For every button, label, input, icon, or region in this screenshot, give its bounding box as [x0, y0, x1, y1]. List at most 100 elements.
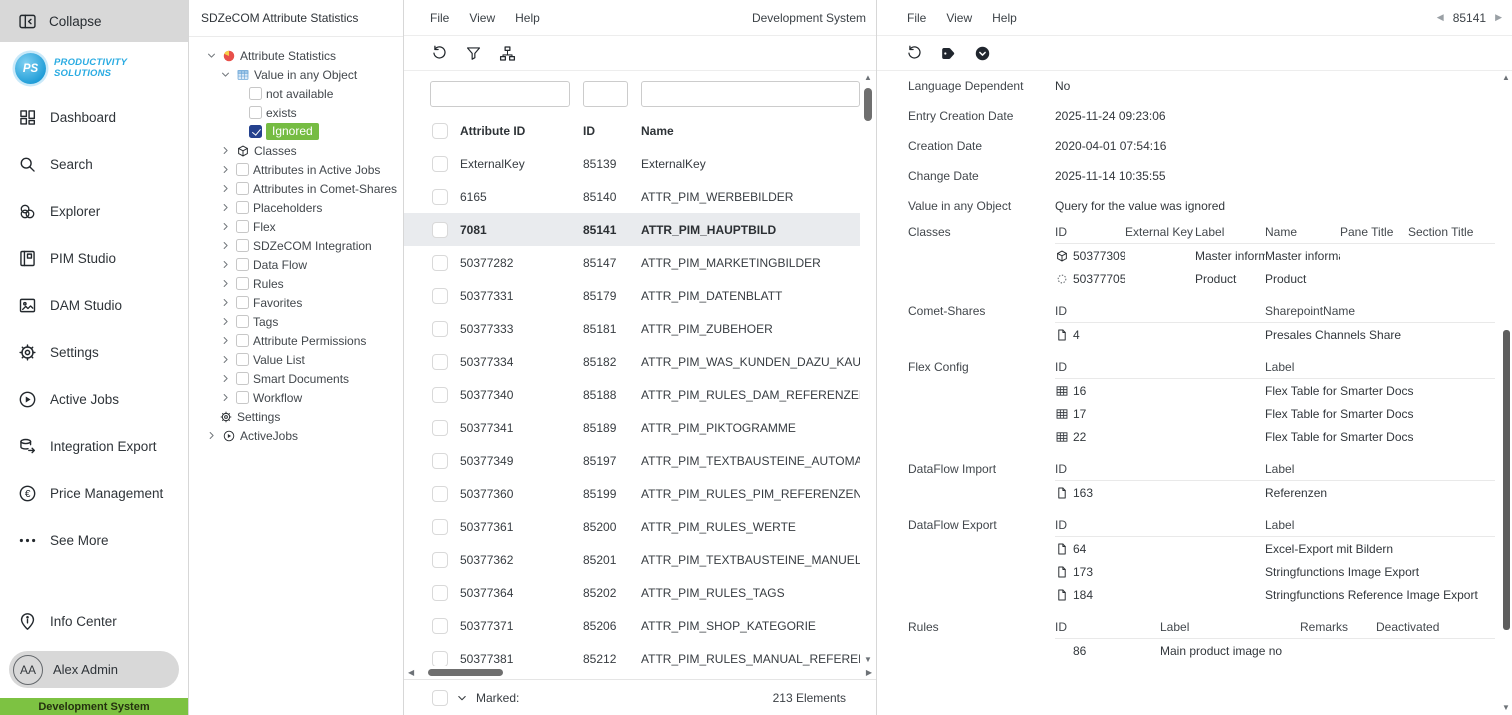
- scroll-up-arrow[interactable]: ▲: [864, 74, 872, 82]
- chevron-right-icon[interactable]: [219, 220, 232, 233]
- menu-file[interactable]: File: [907, 11, 926, 25]
- table-row[interactable]: 5037736185200ATTR_PIM_RULES_WERTE: [404, 510, 860, 543]
- section-table-row[interactable]: 4Presales Channels Share: [1055, 323, 1495, 346]
- select-all-checkbox[interactable]: [432, 123, 448, 139]
- table-row[interactable]: 5037734985197ATTR_PIM_TEXTBAUSTEINE_AUTO…: [404, 444, 860, 477]
- chevron-right-icon[interactable]: [219, 296, 232, 309]
- tree-node-value-list[interactable]: Value List: [189, 350, 403, 369]
- chevron-right-icon[interactable]: [219, 182, 232, 195]
- funnel-icon[interactable]: [464, 44, 483, 63]
- section-table-row[interactable]: 16Flex Table for Smarter Docs: [1055, 379, 1495, 402]
- tree-checkbox[interactable]: [236, 258, 249, 271]
- row-checkbox[interactable]: [432, 156, 448, 172]
- tree-node-value-in-any-object[interactable]: Value in any Object: [189, 65, 403, 84]
- row-checkbox[interactable]: [432, 519, 448, 535]
- row-checkbox[interactable]: [432, 222, 448, 238]
- tree-node-activejobs[interactable]: ActiveJobs: [189, 426, 403, 445]
- column-header-id[interactable]: ID: [583, 124, 641, 138]
- table-row[interactable]: 5037734185189ATTR_PIM_PIKTOGRAMME: [404, 411, 860, 444]
- tree-checkbox[interactable]: [249, 87, 262, 100]
- horizontal-scrollbar[interactable]: ◀ ▶: [404, 666, 876, 679]
- tree-checkbox[interactable]: [236, 334, 249, 347]
- tree-checkbox[interactable]: [236, 315, 249, 328]
- row-checkbox[interactable]: [432, 486, 448, 502]
- row-checkbox[interactable]: [432, 255, 448, 271]
- table-row[interactable]: 5037736085199ATTR_PIM_RULES_PIM_REFERENZ…: [404, 477, 860, 510]
- scroll-left-arrow[interactable]: ◀: [408, 669, 414, 677]
- marked-checkbox[interactable]: [432, 690, 448, 706]
- attribute-id-filter-input[interactable]: [430, 81, 570, 107]
- table-row[interactable]: 5037733485182ATTR_PIM_WAS_KUNDEN_DAZU_KA…: [404, 345, 860, 378]
- tree-checkbox[interactable]: [249, 106, 262, 119]
- previous-record-button[interactable]: ◀: [1437, 12, 1444, 23]
- scrollbar-thumb[interactable]: [864, 88, 872, 121]
- name-filter-input[interactable]: [641, 81, 860, 107]
- refresh-icon[interactable]: [430, 44, 449, 63]
- tree-node-attributes-in-comet-shares[interactable]: Attributes in Comet-Shares: [189, 179, 403, 198]
- tree-checkbox[interactable]: [236, 220, 249, 233]
- row-checkbox[interactable]: [432, 453, 448, 469]
- sidebar-item-active-jobs[interactable]: Active Jobs: [0, 376, 188, 423]
- tree-node-sdzecom-integration[interactable]: SDZeCOM Integration: [189, 236, 403, 255]
- chevron-right-icon[interactable]: [219, 372, 232, 385]
- scroll-down-arrow[interactable]: ▼: [1502, 704, 1510, 712]
- table-row[interactable]: 708185141ATTR_PIM_HAUPTBILD: [404, 213, 860, 246]
- scroll-right-arrow[interactable]: ▶: [866, 669, 872, 677]
- menu-help[interactable]: Help: [992, 11, 1017, 25]
- tag-icon[interactable]: [939, 44, 958, 63]
- column-header-attribute-id[interactable]: Attribute ID: [460, 124, 583, 138]
- table-row[interactable]: 5037738185212ATTR_PIM_RULES_MANUAL_REFER…: [404, 642, 860, 666]
- chevron-right-icon[interactable]: [219, 334, 232, 347]
- tree-checkbox[interactable]: [236, 182, 249, 195]
- scrollbar-track[interactable]: [418, 668, 862, 677]
- tree-node-classes[interactable]: Classes: [189, 141, 403, 160]
- sidebar-item-pim-studio[interactable]: PIM Studio: [0, 235, 188, 282]
- scroll-down-arrow[interactable]: ▼: [864, 656, 872, 664]
- scrollbar-thumb[interactable]: [428, 669, 503, 676]
- tree-node-attribute-permissions[interactable]: Attribute Permissions: [189, 331, 403, 350]
- column-header-name[interactable]: Name: [641, 124, 860, 138]
- menu-help[interactable]: Help: [515, 11, 540, 25]
- tree-checkbox[interactable]: [236, 277, 249, 290]
- tree-checkbox[interactable]: [236, 239, 249, 252]
- row-checkbox[interactable]: [432, 552, 448, 568]
- row-checkbox[interactable]: [432, 420, 448, 436]
- table-row[interactable]: 5037737185206ATTR_PIM_SHOP_KATEGORIE: [404, 609, 860, 642]
- sidebar-item-integration-export[interactable]: Integration Export: [0, 423, 188, 470]
- sidebar-item-dam-studio[interactable]: DAM Studio: [0, 282, 188, 329]
- tree-node-favorites[interactable]: Favorites: [189, 293, 403, 312]
- chevron-down-icon[interactable]: [219, 68, 232, 81]
- tree-node-workflow[interactable]: Workflow: [189, 388, 403, 407]
- tree-node-ignored[interactable]: Ignored: [189, 122, 403, 141]
- tree-node-smart-documents[interactable]: Smart Documents: [189, 369, 403, 388]
- id-filter-input[interactable]: [583, 81, 628, 107]
- section-table-row[interactable]: 22Flex Table for Smarter Docs: [1055, 425, 1495, 448]
- section-table-row[interactable]: 64Excel-Export mit Bildern: [1055, 537, 1495, 560]
- tree-checkbox[interactable]: [236, 163, 249, 176]
- row-checkbox[interactable]: [432, 387, 448, 403]
- row-checkbox[interactable]: [432, 585, 448, 601]
- section-table-row[interactable]: 50377705ProductProduct: [1055, 267, 1495, 290]
- sidebar-item-price-management[interactable]: €Price Management: [0, 470, 188, 517]
- tree-checkbox[interactable]: [236, 391, 249, 404]
- tree-node-tags[interactable]: Tags: [189, 312, 403, 331]
- table-row[interactable]: 616585140ATTR_PIM_WERBEBILDER: [404, 180, 860, 213]
- next-record-button[interactable]: ▶: [1495, 12, 1502, 23]
- tree-node-settings[interactable]: Settings: [189, 407, 403, 426]
- section-table-row[interactable]: 173Stringfunctions Image Export: [1055, 560, 1495, 583]
- row-checkbox[interactable]: [432, 354, 448, 370]
- table-row[interactable]: 5037728285147ATTR_PIM_MARKETINGBILDER: [404, 246, 860, 279]
- row-checkbox[interactable]: [432, 189, 448, 205]
- sidebar-item-settings[interactable]: Settings: [0, 329, 188, 376]
- tree-checkbox[interactable]: [236, 353, 249, 366]
- detail-vertical-scrollbar[interactable]: ▲ ▼: [1501, 74, 1511, 712]
- chevron-right-icon[interactable]: [219, 315, 232, 328]
- tree-node-attributes-in-active-jobs[interactable]: Attributes in Active Jobs: [189, 160, 403, 179]
- tree-checkbox[interactable]: [249, 125, 262, 138]
- section-table-row[interactable]: 184Stringfunctions Reference Image Expor…: [1055, 583, 1495, 606]
- chevron-right-icon[interactable]: [219, 258, 232, 271]
- chevron-right-icon[interactable]: [219, 277, 232, 290]
- hierarchy-icon[interactable]: [498, 44, 517, 63]
- section-table-row[interactable]: 86Main product image no: [1055, 639, 1495, 662]
- logo[interactable]: PS PRODUCTIVITY SOLUTIONS: [0, 42, 188, 94]
